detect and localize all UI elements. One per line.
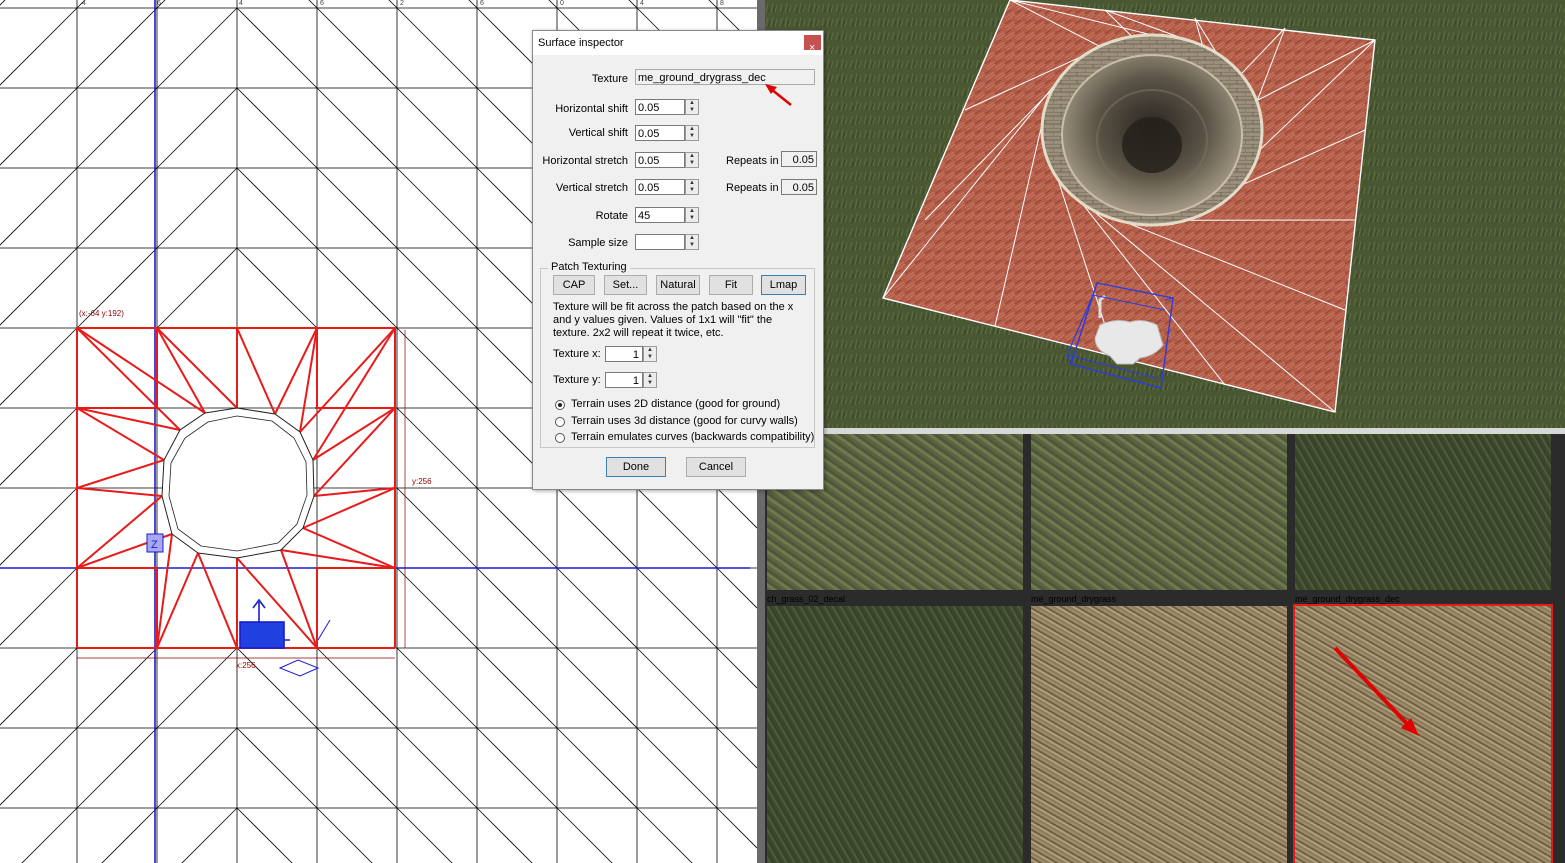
- radio-emulate-curves[interactable]: [555, 433, 565, 443]
- rotate-input[interactable]: 45: [635, 207, 685, 223]
- texture-name-label: me_ground_drygrass: [1031, 594, 1117, 604]
- ruler-tick-label: 4: [82, 0, 86, 7]
- vstretch-spinner[interactable]: ▲ ▼: [685, 179, 699, 195]
- hshift-label: Horizontal shift: [555, 103, 628, 115]
- hstretch-label: Horizontal stretch: [542, 155, 628, 167]
- ruler-tick-label: 4: [239, 0, 243, 7]
- camera-view-3d[interactable]: [765, 0, 1565, 428]
- hstretch-spinner[interactable]: ▲ ▼: [685, 152, 699, 168]
- texture-x-spinner[interactable]: ▲ ▼: [643, 346, 657, 362]
- fit-button[interactable]: Fit: [709, 275, 753, 295]
- texture-name-label: me_ground_drygrass_dec: [1295, 594, 1400, 604]
- hrepeat-label: Repeats in: [726, 155, 779, 167]
- radio-emulate-curves-label: Terrain emulates curves (backwards compa…: [571, 431, 815, 443]
- texture-y-input[interactable]: 1: [605, 372, 643, 388]
- hstretch-input[interactable]: 0.05: [635, 152, 685, 168]
- ruler-tick-label: 6: [320, 0, 324, 7]
- ruler-tick-label: 0: [560, 0, 564, 7]
- vstretch-input[interactable]: 0.05: [635, 179, 685, 195]
- dialog-titlebar[interactable]: Surface inspector ×: [533, 31, 823, 55]
- camera-canvas[interactable]: [765, 0, 1565, 428]
- cap-button[interactable]: CAP: [553, 275, 595, 295]
- hrepeat-value: 0.05: [781, 151, 817, 167]
- patch-texturing-title: Patch Texturing: [548, 261, 630, 273]
- sample-size-input[interactable]: [635, 234, 685, 250]
- vshift-input[interactable]: 0.05: [635, 125, 685, 141]
- natural-button[interactable]: Natural: [656, 275, 700, 295]
- patch-y-extent: y:256: [412, 477, 432, 486]
- vstretch-label: Vertical stretch: [555, 182, 628, 194]
- vrepeat-value: 0.05: [781, 179, 817, 195]
- done-button[interactable]: Done: [606, 457, 666, 477]
- texture-x-input[interactable]: 1: [605, 346, 643, 362]
- rotate-spinner[interactable]: ▲ ▼: [685, 207, 699, 223]
- lmap-button[interactable]: Lmap: [761, 275, 806, 295]
- texture-x-label: Texture x:: [553, 348, 601, 360]
- svg-text:Z: Z: [151, 539, 158, 551]
- radio-2d-distance-label: Terrain uses 2D distance (good for groun…: [571, 398, 781, 410]
- vshift-spinner[interactable]: ▲ ▼: [685, 125, 699, 141]
- patch-description: Texture will be fit across the patch bas…: [553, 301, 794, 339]
- texture-label: Texture: [591, 73, 628, 85]
- close-icon: ×: [809, 42, 816, 54]
- texture-tile[interactable]: [1031, 606, 1287, 863]
- texture-name-label: ch_grass_02_decal: [767, 594, 846, 604]
- ruler-tick-label: 6: [480, 0, 484, 7]
- rotate-label: Rotate: [595, 210, 628, 222]
- sample-size-label: Sample size: [568, 237, 628, 249]
- texture-tile[interactable]: [1031, 434, 1287, 590]
- surface-inspector-dialog: Surface inspector × Texture me_ground_dr…: [532, 30, 824, 490]
- radio-3d-distance[interactable]: [555, 417, 565, 427]
- texture-tile[interactable]: [767, 606, 1023, 863]
- texture-y-spinner[interactable]: ▲ ▼: [643, 372, 657, 388]
- dialog-title: Surface inspector: [538, 37, 624, 49]
- vshift-label: Vertical shift: [568, 127, 628, 139]
- well-hole: [161, 407, 315, 559]
- cancel-button[interactable]: Cancel: [686, 457, 746, 477]
- hshift-spinner[interactable]: ▲ ▼: [685, 99, 699, 115]
- annotation-arrow-icon: [765, 84, 792, 106]
- sample-size-spinner[interactable]: ▲ ▼: [685, 234, 699, 250]
- patch-corner-coord: (x:-64 y:192): [79, 309, 124, 318]
- texture-browser[interactable]: ch_grass_02_decal me_ground_drygrass me_…: [765, 434, 1565, 863]
- annotation-arrow-icon: [1333, 646, 1419, 736]
- radio-2d-distance[interactable]: [555, 400, 565, 410]
- texture-y-label: Texture y:: [553, 374, 601, 386]
- texture-tile[interactable]: [1295, 434, 1551, 590]
- set-button[interactable]: Set...: [604, 275, 647, 295]
- texture-tile-selected[interactable]: [1293, 604, 1553, 863]
- ruler-tick-label: 6: [157, 0, 161, 7]
- hshift-input[interactable]: 0.05: [635, 99, 685, 115]
- ruler-tick-label: 4: [640, 0, 644, 7]
- ruler-tick-label: 8: [720, 0, 724, 7]
- ruler-tick-label: 2: [400, 0, 404, 7]
- vrepeat-label: Repeats in: [726, 182, 779, 194]
- radio-3d-distance-label: Terrain uses 3d distance (good for curvy…: [571, 415, 798, 427]
- patch-x-extent: x:256: [236, 661, 256, 670]
- close-button[interactable]: ×: [804, 35, 821, 54]
